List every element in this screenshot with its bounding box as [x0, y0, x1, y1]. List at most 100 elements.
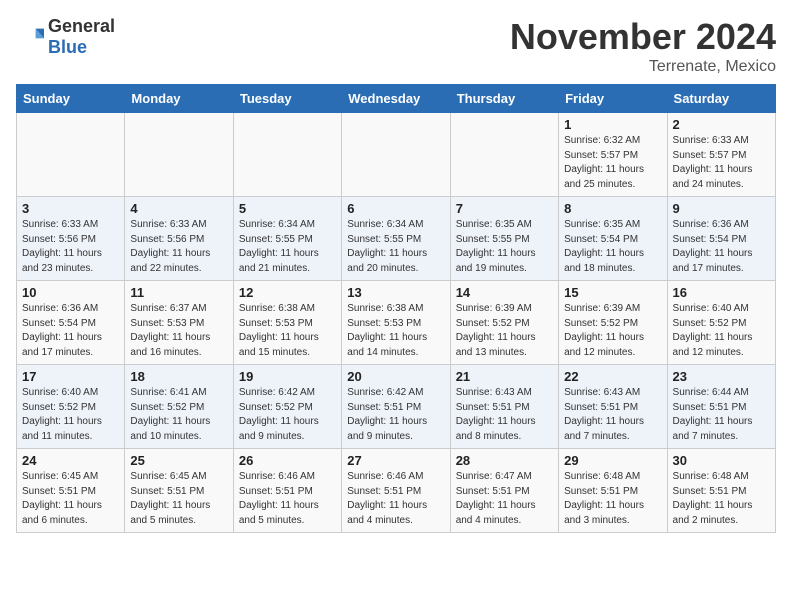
day-cell: [233, 113, 341, 197]
day-cell: 1 Sunrise: 6:32 AM Sunset: 5:57 PM Daylig…: [559, 113, 667, 197]
day-number: 4: [130, 201, 227, 216]
day-cell: 7 Sunrise: 6:35 AM Sunset: 5:55 PM Daylig…: [450, 197, 558, 281]
day-info: Sunrise: 6:46 AM Sunset: 5:51 PM Dayligh…: [239, 470, 336, 528]
day-cell: 30 Sunrise: 6:48 AM Sunset: 5:51 PM Dayli…: [667, 449, 775, 533]
day-number: 10: [22, 285, 119, 300]
day-info: Sunrise: 6:36 AM Sunset: 5:54 PM Dayligh…: [673, 218, 770, 276]
day-info: Sunrise: 6:46 AM Sunset: 5:51 PM Dayligh…: [347, 470, 444, 528]
day-number: 16: [673, 285, 770, 300]
day-cell: 19Sunrise: 6:42 AM Sunset: 5:52 PM Dayli…: [233, 365, 341, 449]
day-cell: 24 Sunrise: 6:45 AM Sunset: 5:51 PM Dayli…: [17, 449, 125, 533]
day-info: Sunrise: 6:34 AM Sunset: 5:55 PM Dayligh…: [347, 218, 444, 276]
day-number: 23: [673, 369, 770, 384]
day-number: 28: [456, 453, 553, 468]
day-cell: 9Sunrise: 6:36 AM Sunset: 5:54 PM Daylig…: [667, 197, 775, 281]
day-cell: 12 Sunrise: 6:38 AM Sunset: 5:53 PM Dayli…: [233, 281, 341, 365]
day-number: 21: [456, 369, 553, 384]
day-cell: [17, 113, 125, 197]
day-info: Sunrise: 6:48 AM Sunset: 5:51 PM Dayligh…: [564, 470, 661, 528]
week-row-3: 10Sunrise: 6:36 AM Sunset: 5:54 PM Dayli…: [17, 281, 776, 365]
day-cell: 2 Sunrise: 6:33 AM Sunset: 5:57 PM Daylig…: [667, 113, 775, 197]
day-cell: 14 Sunrise: 6:39 AM Sunset: 5:52 PM Dayli…: [450, 281, 558, 365]
day-info: Sunrise: 6:44 AM Sunset: 5:51 PM Dayligh…: [673, 386, 770, 444]
day-cell: 4 Sunrise: 6:33 AM Sunset: 5:56 PM Daylig…: [125, 197, 233, 281]
day-header-saturday: Saturday: [667, 85, 775, 113]
day-info: Sunrise: 6:41 AM Sunset: 5:52 PM Dayligh…: [130, 386, 227, 444]
week-row-1: 1 Sunrise: 6:32 AM Sunset: 5:57 PM Daylig…: [17, 113, 776, 197]
day-number: 25: [130, 453, 227, 468]
day-number: 18: [130, 369, 227, 384]
logo-general: General: [48, 16, 115, 36]
logo-icon: [16, 23, 44, 51]
day-number: 14: [456, 285, 553, 300]
calendar-table: SundayMondayTuesdayWednesdayThursdayFrid…: [16, 84, 776, 533]
day-cell: 18 Sunrise: 6:41 AM Sunset: 5:52 PM Dayli…: [125, 365, 233, 449]
day-number: 1: [564, 117, 661, 132]
day-number: 2: [673, 117, 770, 132]
day-cell: 26Sunrise: 6:46 AM Sunset: 5:51 PM Dayli…: [233, 449, 341, 533]
day-cell: 3 Sunrise: 6:33 AM Sunset: 5:56 PM Daylig…: [17, 197, 125, 281]
day-info: Sunrise: 6:43 AM Sunset: 5:51 PM Dayligh…: [456, 386, 553, 444]
day-number: 7: [456, 201, 553, 216]
day-number: 24: [22, 453, 119, 468]
day-number: 12: [239, 285, 336, 300]
day-info: Sunrise: 6:38 AM Sunset: 5:53 PM Dayligh…: [347, 302, 444, 360]
day-cell: 6 Sunrise: 6:34 AM Sunset: 5:55 PM Daylig…: [342, 197, 450, 281]
day-number: 29: [564, 453, 661, 468]
day-cell: [342, 113, 450, 197]
day-info: Sunrise: 6:32 AM Sunset: 5:57 PM Dayligh…: [564, 134, 661, 192]
day-info: Sunrise: 6:40 AM Sunset: 5:52 PM Dayligh…: [673, 302, 770, 360]
calendar-header: SundayMondayTuesdayWednesdayThursdayFrid…: [17, 85, 776, 113]
day-header-wednesday: Wednesday: [342, 85, 450, 113]
day-header-sunday: Sunday: [17, 85, 125, 113]
header: General Blue November 2024 Terrenate, Me…: [16, 16, 776, 76]
day-cell: 22 Sunrise: 6:43 AM Sunset: 5:51 PM Dayli…: [559, 365, 667, 449]
day-info: Sunrise: 6:35 AM Sunset: 5:55 PM Dayligh…: [456, 218, 553, 276]
week-row-5: 24 Sunrise: 6:45 AM Sunset: 5:51 PM Dayli…: [17, 449, 776, 533]
day-number: 17: [22, 369, 119, 384]
day-cell: [125, 113, 233, 197]
day-number: 3: [22, 201, 119, 216]
logo: General Blue: [16, 16, 115, 58]
day-number: 8: [564, 201, 661, 216]
day-cell: 13 Sunrise: 6:38 AM Sunset: 5:53 PM Dayli…: [342, 281, 450, 365]
day-info: Sunrise: 6:45 AM Sunset: 5:51 PM Dayligh…: [22, 470, 119, 528]
day-cell: 16 Sunrise: 6:40 AM Sunset: 5:52 PM Dayli…: [667, 281, 775, 365]
day-cell: 10Sunrise: 6:36 AM Sunset: 5:54 PM Dayli…: [17, 281, 125, 365]
day-cell: 29 Sunrise: 6:48 AM Sunset: 5:51 PM Dayli…: [559, 449, 667, 533]
day-number: 13: [347, 285, 444, 300]
day-info: Sunrise: 6:33 AM Sunset: 5:56 PM Dayligh…: [130, 218, 227, 276]
day-info: Sunrise: 6:39 AM Sunset: 5:52 PM Dayligh…: [564, 302, 661, 360]
day-info: Sunrise: 6:45 AM Sunset: 5:51 PM Dayligh…: [130, 470, 227, 528]
day-cell: 8 Sunrise: 6:35 AM Sunset: 5:54 PM Daylig…: [559, 197, 667, 281]
week-row-4: 17 Sunrise: 6:40 AM Sunset: 5:52 PM Dayli…: [17, 365, 776, 449]
day-info: Sunrise: 6:38 AM Sunset: 5:53 PM Dayligh…: [239, 302, 336, 360]
day-info: Sunrise: 6:34 AM Sunset: 5:55 PM Dayligh…: [239, 218, 336, 276]
day-info: Sunrise: 6:39 AM Sunset: 5:52 PM Dayligh…: [456, 302, 553, 360]
day-cell: 11Sunrise: 6:37 AM Sunset: 5:53 PM Dayli…: [125, 281, 233, 365]
day-number: 22: [564, 369, 661, 384]
week-row-2: 3 Sunrise: 6:33 AM Sunset: 5:56 PM Daylig…: [17, 197, 776, 281]
day-header-monday: Monday: [125, 85, 233, 113]
day-number: 19: [239, 369, 336, 384]
day-number: 11: [130, 285, 227, 300]
title-area: November 2024 Terrenate, Mexico: [510, 16, 776, 76]
day-header-friday: Friday: [559, 85, 667, 113]
day-cell: 20Sunrise: 6:42 AM Sunset: 5:51 PM Dayli…: [342, 365, 450, 449]
calendar-body: 1 Sunrise: 6:32 AM Sunset: 5:57 PM Daylig…: [17, 113, 776, 533]
day-cell: 27 Sunrise: 6:46 AM Sunset: 5:51 PM Dayli…: [342, 449, 450, 533]
day-info: Sunrise: 6:40 AM Sunset: 5:52 PM Dayligh…: [22, 386, 119, 444]
day-info: Sunrise: 6:48 AM Sunset: 5:51 PM Dayligh…: [673, 470, 770, 528]
day-number: 20: [347, 369, 444, 384]
day-info: Sunrise: 6:43 AM Sunset: 5:51 PM Dayligh…: [564, 386, 661, 444]
day-info: Sunrise: 6:33 AM Sunset: 5:56 PM Dayligh…: [22, 218, 119, 276]
day-info: Sunrise: 6:35 AM Sunset: 5:54 PM Dayligh…: [564, 218, 661, 276]
day-number: 30: [673, 453, 770, 468]
day-cell: 17 Sunrise: 6:40 AM Sunset: 5:52 PM Dayli…: [17, 365, 125, 449]
day-info: Sunrise: 6:47 AM Sunset: 5:51 PM Dayligh…: [456, 470, 553, 528]
day-info: Sunrise: 6:33 AM Sunset: 5:57 PM Dayligh…: [673, 134, 770, 192]
day-number: 15: [564, 285, 661, 300]
day-number: 27: [347, 453, 444, 468]
day-number: 6: [347, 201, 444, 216]
day-header-thursday: Thursday: [450, 85, 558, 113]
